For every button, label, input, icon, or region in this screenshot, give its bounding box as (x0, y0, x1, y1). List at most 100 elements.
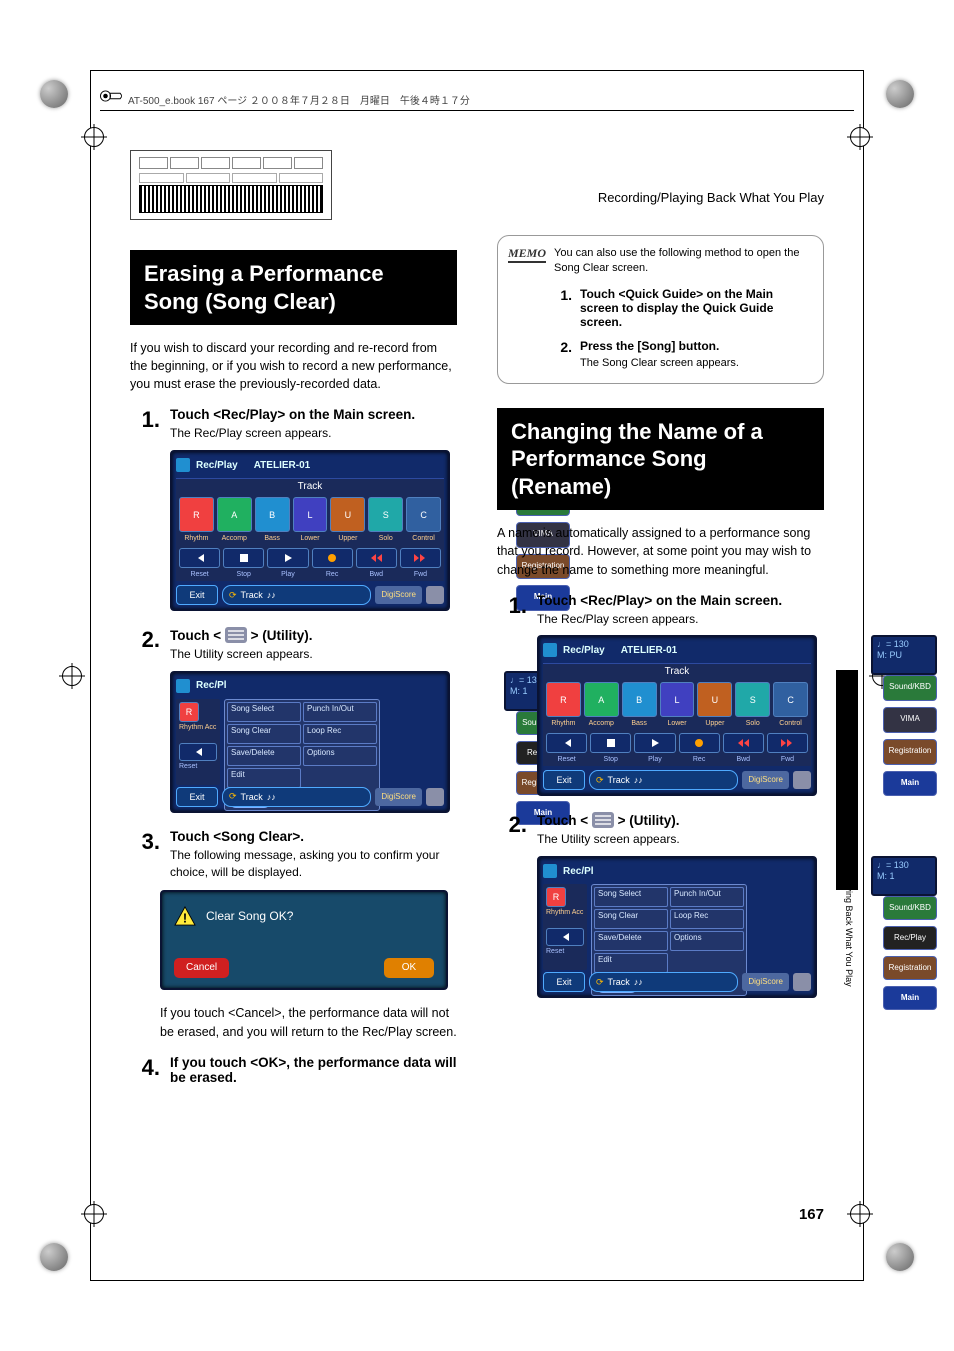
exit-button[interactable]: Exit (176, 787, 218, 807)
transport-row (176, 545, 444, 571)
track-slot-accomp[interactable]: A (584, 682, 619, 717)
util-song-select[interactable]: Song Select (227, 702, 301, 722)
step-head-text: > (Utility). (618, 813, 680, 828)
utility-icon (225, 627, 247, 643)
side-main[interactable]: Main (883, 771, 937, 797)
side-vima[interactable]: VIMA (883, 707, 937, 733)
crop-mark (850, 127, 870, 147)
memo-step-1: 1. Touch <Quick Guide> on the Main scree… (554, 287, 811, 329)
bwd-button[interactable] (356, 548, 397, 568)
slot-label: Rhythm Acc (179, 724, 217, 731)
util-loop[interactable]: Loop Rec (670, 909, 744, 929)
util-punch[interactable]: Punch In/Out (670, 887, 744, 907)
track-slot-control[interactable]: C (406, 497, 441, 532)
util-song-clear[interactable]: Song Clear (594, 909, 668, 929)
slot-label: Rhythm (179, 535, 214, 542)
exit-button[interactable]: Exit (176, 585, 218, 605)
tempo-value: ♩= 130 (877, 639, 931, 650)
side-recplay[interactable]: Rec/Play (883, 926, 937, 950)
track-slot-solo[interactable]: S (735, 682, 770, 717)
track-slot-bass[interactable]: B (622, 682, 657, 717)
digiscore-button[interactable]: DigiScore (375, 586, 422, 604)
util-save[interactable]: Save/Delete (227, 746, 301, 766)
track-slot-rhythm[interactable]: R (179, 702, 199, 722)
fwd-button[interactable] (400, 548, 441, 568)
tempo-value: ♩= 130 (877, 860, 931, 871)
track-slot-rhythm[interactable]: R (179, 497, 214, 532)
track-slot-rhythm[interactable]: R (546, 682, 581, 717)
transport-label: Reset (546, 948, 584, 955)
util-punch[interactable]: Punch In/Out (303, 702, 377, 722)
rec-button[interactable] (679, 733, 720, 753)
track-slot-upper[interactable]: U (697, 682, 732, 717)
track-slot-rhythm[interactable]: R (546, 887, 566, 907)
transport-label: Bwd (723, 756, 764, 763)
reset-button[interactable] (546, 928, 584, 946)
play-button[interactable] (634, 733, 675, 753)
side-registration[interactable]: Registration (883, 956, 937, 980)
screen-title-short: Rec/Pl (196, 680, 227, 691)
ok-button[interactable]: OK (384, 958, 434, 978)
digiscore-button[interactable]: DigiScore (742, 973, 789, 991)
track-pill-label: Track (241, 792, 263, 802)
cancel-button[interactable]: Cancel (174, 958, 229, 978)
util-song-select[interactable]: Song Select (594, 887, 668, 907)
digiscore-button[interactable]: DigiScore (375, 788, 422, 806)
slot-label: Solo (368, 535, 403, 542)
step-sub: The Utility screen appears. (537, 831, 824, 848)
step-sub: The Rec/Play screen appears. (537, 611, 824, 628)
track-slot-upper[interactable]: U (330, 497, 365, 532)
loop-icon: ⟳ (229, 791, 237, 802)
exit-button[interactable]: Exit (543, 770, 585, 790)
track-slot-bass[interactable]: B (255, 497, 290, 532)
track-pill[interactable]: ⟳ Track ♪♪ (589, 972, 738, 992)
stop-button[interactable] (590, 733, 631, 753)
reset-button[interactable] (179, 548, 220, 568)
reset-button[interactable] (546, 733, 587, 753)
reset-button[interactable] (179, 743, 217, 761)
slot-label: Lower (293, 535, 328, 542)
track-slot-accomp[interactable]: A (217, 497, 252, 532)
track-slots: R A B L U S C (543, 679, 811, 720)
util-loop[interactable]: Loop Rec (303, 724, 377, 744)
track-header: Track (543, 663, 811, 679)
track-slot-lower[interactable]: L (293, 497, 328, 532)
transport-label-text: Reset (179, 763, 197, 770)
print-header-line (100, 110, 854, 111)
note-icon (176, 458, 190, 472)
utility-icon-button[interactable] (426, 586, 444, 604)
fwd-button[interactable] (767, 733, 808, 753)
recplay-screen: Rec/Play ATELIER-01 Track R A B L U S C (537, 635, 877, 796)
play-button[interactable] (267, 548, 308, 568)
utility-icon-button[interactable] (793, 973, 811, 991)
song-name: ATELIER-01 (254, 460, 311, 471)
digiscore-button[interactable]: DigiScore (742, 771, 789, 789)
util-save[interactable]: Save/Delete (594, 931, 668, 951)
step-head-text: > (Utility). (251, 628, 313, 643)
side-sound-kbd[interactable]: Sound/KBD (883, 675, 937, 701)
rec-button[interactable] (312, 548, 353, 568)
slot-label: Upper (330, 535, 365, 542)
track-slot-solo[interactable]: S (368, 497, 403, 532)
util-options[interactable]: Options (303, 746, 377, 766)
step-sub: The following message, asking you to con… (170, 847, 457, 881)
utility-icon-button[interactable] (426, 788, 444, 806)
stop-button[interactable] (223, 548, 264, 568)
transport-row (543, 730, 811, 756)
side-main[interactable]: Main (883, 986, 937, 1010)
bwd-button[interactable] (723, 733, 764, 753)
memo-step-num: 2. (554, 339, 572, 355)
track-slot-control[interactable]: C (773, 682, 808, 717)
track-slot-lower[interactable]: L (660, 682, 695, 717)
side-registration[interactable]: Registration (883, 739, 937, 765)
util-options[interactable]: Options (670, 931, 744, 951)
track-pill[interactable]: ⟳ Track ♪♪ (222, 787, 371, 807)
track-pill[interactable]: ⟳ Track ♪♪ (589, 770, 738, 790)
track-pill[interactable]: ⟳ Track ♪♪ (222, 585, 371, 605)
step-1: 1. Touch <Rec/Play> on the Main screen. … (130, 407, 457, 442)
exit-button[interactable]: Exit (543, 972, 585, 992)
utility-icon-button[interactable] (793, 771, 811, 789)
transport-label: Stop (590, 756, 631, 763)
side-sound-kbd[interactable]: Sound/KBD (883, 896, 937, 920)
util-song-clear[interactable]: Song Clear (227, 724, 301, 744)
